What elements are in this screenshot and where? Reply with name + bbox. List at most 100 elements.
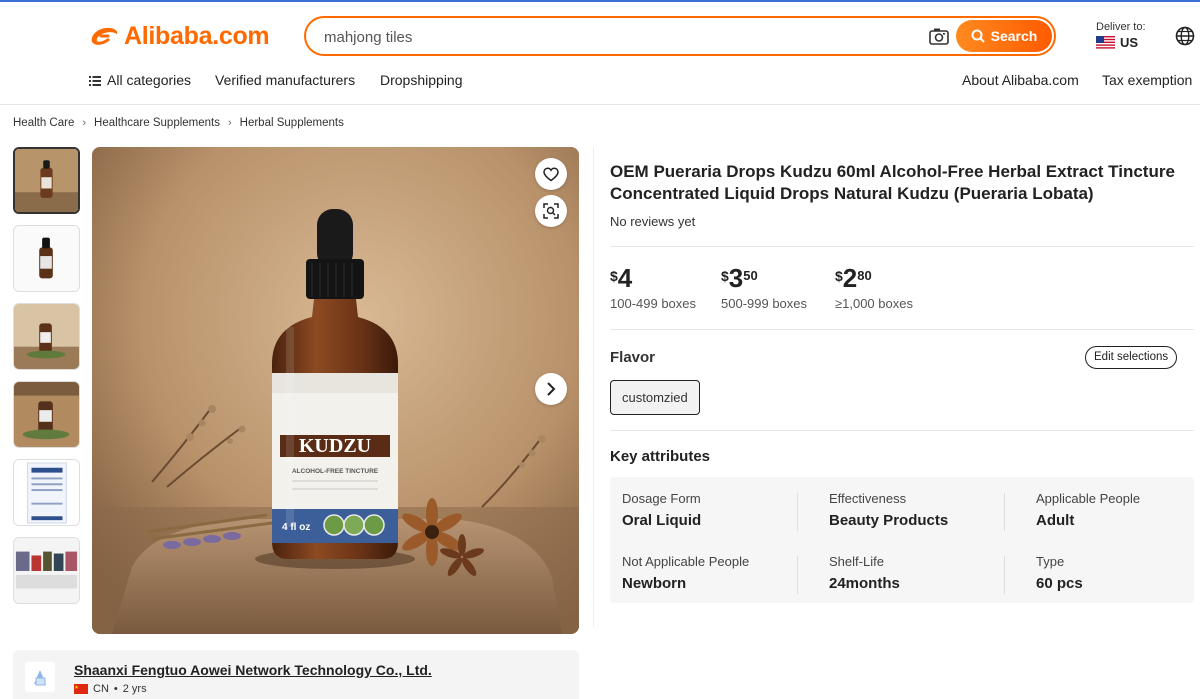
favorite-button[interactable] — [535, 158, 567, 190]
attribute-value: 24months — [829, 575, 900, 592]
thumbnail-2[interactable] — [13, 225, 80, 292]
price-quantity: 500-999 boxes — [721, 296, 808, 311]
menu-icon — [89, 76, 101, 87]
next-image-button[interactable] — [535, 373, 567, 405]
key-attributes-table: Dosage Form Oral Liquid Effectiveness Be… — [610, 477, 1194, 603]
edit-selections-button[interactable]: Edit selections — [1085, 346, 1178, 369]
attribute-label: Applicable People — [1036, 491, 1141, 506]
supplier-years: 2 yrs — [122, 683, 147, 695]
alibaba-logo[interactable]: Alibaba.com — [88, 22, 270, 51]
top-accent-line — [0, 0, 1200, 2]
heart-icon — [543, 166, 559, 181]
price-quantity: ≥1,000 boxes — [835, 296, 913, 311]
attribute-label: Effectiveness — [829, 491, 907, 506]
attribute-divider — [1004, 493, 1005, 531]
search-bar: Search — [304, 16, 1056, 56]
search-button-label: Search — [990, 28, 1038, 44]
nav-all-categories[interactable]: All categories — [89, 72, 191, 88]
china-flag-icon — [74, 684, 88, 694]
attribute-value: Oral Liquid — [622, 512, 702, 529]
nav-about-alibaba[interactable]: About Alibaba.com — [962, 72, 1079, 88]
us-flag-icon — [1096, 36, 1115, 49]
supplier-name-link[interactable]: Shaanxi Fengtuo Aowei Network Technology… — [74, 662, 432, 678]
chevron-right-icon — [547, 382, 556, 396]
product-title: OEM Pueraria Drops Kudzu 60ml Alcohol-Fr… — [610, 162, 1175, 203]
price-tier-3: $2 80 ≥1,000 boxes — [835, 265, 913, 311]
breadcrumb-item[interactable]: Herbal Supplements — [240, 117, 344, 129]
logo-text: Alibaba.com — [124, 22, 270, 50]
breadcrumb: Health Care › Healthcare Supplements › H… — [13, 117, 344, 129]
price-decimal: 50 — [743, 268, 758, 283]
thumbnail-3[interactable] — [13, 303, 80, 370]
flavor-label: Flavor — [610, 349, 656, 366]
nav-all-categories-label: All categories — [107, 72, 192, 88]
alibaba-logo-icon — [91, 27, 118, 45]
attribute-value: Adult — [1036, 512, 1075, 529]
supplier-logo-icon — [25, 662, 55, 692]
camera-search-icon[interactable] — [928, 27, 950, 47]
key-attributes-title: Key attributes — [610, 448, 711, 465]
deliver-to-label: Deliver to: — [1096, 21, 1146, 33]
attribute-label: Type — [1036, 554, 1065, 569]
thumbnail-5[interactable] — [13, 459, 80, 526]
price-decimal: 80 — [857, 268, 872, 283]
attribute-divider — [797, 493, 798, 531]
breadcrumb-item[interactable]: Health Care — [13, 117, 74, 129]
divider — [610, 430, 1194, 431]
search-input[interactable] — [324, 27, 884, 47]
price-integer: 4 — [617, 263, 633, 293]
price-integer: 3 — [728, 263, 744, 293]
price-currency: $ — [721, 268, 729, 284]
supplier-country: CN — [93, 683, 109, 695]
nav-tax-exemption[interactable]: Tax exemption — [1102, 72, 1192, 88]
product-info-panel: OEM Pueraria Drops Kudzu 60ml Alcohol-Fr… — [593, 147, 1200, 627]
attribute-value: Beauty Products — [829, 512, 949, 529]
product-photo: KUDZU ALCOHOL-FREE TINCTURE 4 fl oz — [92, 147, 579, 634]
deliver-country: US — [1120, 35, 1139, 50]
bottle-label-subtitle: ALCOHOL-FREE TINCTURE — [292, 468, 379, 475]
thumbnail-1[interactable] — [13, 147, 80, 214]
scan-icon — [543, 203, 559, 219]
bottle-label-brand: KUDZU — [299, 435, 371, 457]
attribute-value: 60 pcs — [1036, 575, 1083, 592]
attribute-divider — [797, 556, 798, 594]
attribute-label: Dosage Form — [622, 491, 701, 506]
attribute-cell: Dosage Form Oral Liquid — [622, 491, 802, 529]
chevron-right-icon: › — [227, 117, 232, 129]
attribute-cell: Not Applicable People Newborn — [622, 554, 802, 592]
attribute-cell: Shelf-Life 24months — [829, 554, 1009, 592]
attribute-cell: Type 60 pcs — [1036, 554, 1200, 592]
attribute-divider — [1004, 556, 1005, 594]
supplier-meta: CN • 2 yrs — [74, 683, 147, 695]
header-divider — [0, 104, 1200, 105]
attribute-label: Not Applicable People — [622, 554, 750, 569]
top-nav: All categories Verified manufacturers Dr… — [0, 72, 1200, 92]
thumbnail-4[interactable] — [13, 381, 80, 448]
attribute-cell: Effectiveness Beauty Products — [829, 491, 1009, 529]
price-tier-2: $3 50 500-999 boxes — [721, 265, 807, 311]
supplier-card: Shaanxi Fengtuo Aowei Network Technology… — [13, 650, 579, 699]
globe-icon[interactable] — [1175, 26, 1195, 46]
price-quantity: 100-499 boxes — [610, 296, 697, 311]
attribute-label: Shelf-Life — [829, 554, 884, 569]
breadcrumb-item[interactable]: Healthcare Supplements — [94, 117, 220, 129]
deliver-to[interactable]: Deliver to: US — [1096, 21, 1146, 50]
nav-dropshipping[interactable]: Dropshipping — [380, 72, 463, 88]
nav-verified-manufacturers[interactable]: Verified manufacturers — [215, 72, 355, 88]
attribute-value: Newborn — [622, 575, 687, 592]
divider — [610, 329, 1194, 330]
price-tier-1: $4 100-499 boxes — [610, 265, 696, 311]
price-currency: $ — [835, 268, 843, 284]
image-search-button[interactable] — [535, 195, 567, 227]
reviews-count[interactable]: No reviews yet — [610, 214, 695, 229]
price-integer: 2 — [842, 263, 858, 293]
search-icon — [971, 29, 985, 43]
divider — [610, 246, 1194, 247]
search-button[interactable]: Search — [956, 20, 1052, 52]
attribute-cell: Applicable People Adult — [1036, 491, 1200, 529]
bullet-separator: • — [113, 683, 118, 695]
thumbnail-6[interactable] — [13, 537, 80, 604]
flavor-option[interactable]: customzied — [610, 380, 700, 415]
price-currency: $ — [610, 268, 618, 284]
main-product-image[interactable]: KUDZU ALCOHOL-FREE TINCTURE 4 fl oz — [92, 147, 579, 634]
